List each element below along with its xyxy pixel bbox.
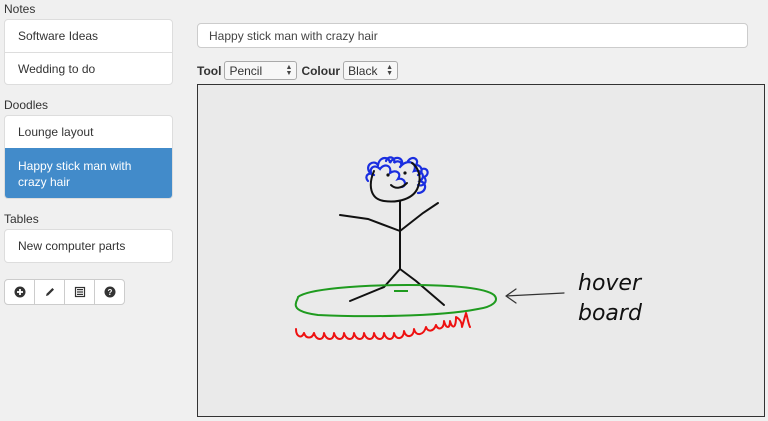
annotation-arrow (505, 288, 565, 304)
stick-man-eye-right (403, 171, 407, 175)
help-icon: ? (104, 286, 115, 298)
list-item-new-computer-parts[interactable]: New computer parts (5, 230, 172, 262)
doodle-title-input[interactable] (197, 23, 748, 48)
drawing-canvas[interactable]: hover board (197, 84, 765, 417)
select-arrows-icon: ▲ ▼ (285, 63, 293, 77)
doodles-list: Lounge layout Happy stick man with crazy… (4, 115, 173, 199)
select-arrows-icon: ▲ ▼ (386, 63, 394, 77)
notes-section-title: Notes (4, 2, 36, 16)
colour-label: Colour (301, 63, 341, 78)
stick-man-arm-left (339, 214, 401, 232)
list-item-software-ideas[interactable]: Software Ideas (5, 20, 172, 52)
table-icon (74, 286, 85, 298)
table-button[interactable] (64, 279, 95, 305)
list-item-wedding-to-do[interactable]: Wedding to do (5, 52, 172, 84)
svg-text:?: ? (107, 288, 112, 297)
tool-select[interactable]: Pencil ▲ ▼ (224, 61, 298, 80)
annotation-text-line1: hover (578, 271, 643, 296)
list-item-happy-stick-man[interactable]: Happy stick man with crazy hair (5, 148, 172, 198)
notes-list: Software Ideas Wedding to do (4, 19, 173, 85)
stick-man-arm-right (399, 202, 439, 232)
list-item-lounge-layout[interactable]: Lounge layout (5, 116, 172, 148)
add-button[interactable] (4, 279, 35, 305)
sidebar: Notes Software Ideas Wedding to do Doodl… (4, 0, 173, 305)
drawing-toolbar: Tool Pencil ▲ ▼ Colour Black ▲ ▼ (197, 61, 748, 80)
main-panel: Tool Pencil ▲▼ Colour Black ▲▼ (197, 23, 765, 417)
tables-section-title: Tables (4, 212, 39, 226)
tool-label: Tool (197, 63, 222, 78)
stick-man-eye-left (386, 173, 390, 177)
action-button-group: ? (4, 279, 173, 305)
edit-button[interactable] (34, 279, 65, 305)
tables-list: New computer parts (4, 229, 173, 263)
add-icon (14, 286, 25, 298)
colour-select-value: Black (348, 63, 378, 78)
help-button[interactable]: ? (94, 279, 125, 305)
tool-select-value: Pencil (229, 63, 263, 78)
hover-board (294, 283, 497, 318)
pencil-icon (45, 288, 54, 296)
stick-man-leg-right (399, 268, 445, 306)
annotation-text-line2: board (578, 301, 643, 326)
colour-select[interactable]: Black ▲ ▼ (343, 61, 399, 80)
doodles-section-title: Doodles (4, 98, 49, 112)
doodle-drawing: hover board (294, 156, 643, 340)
